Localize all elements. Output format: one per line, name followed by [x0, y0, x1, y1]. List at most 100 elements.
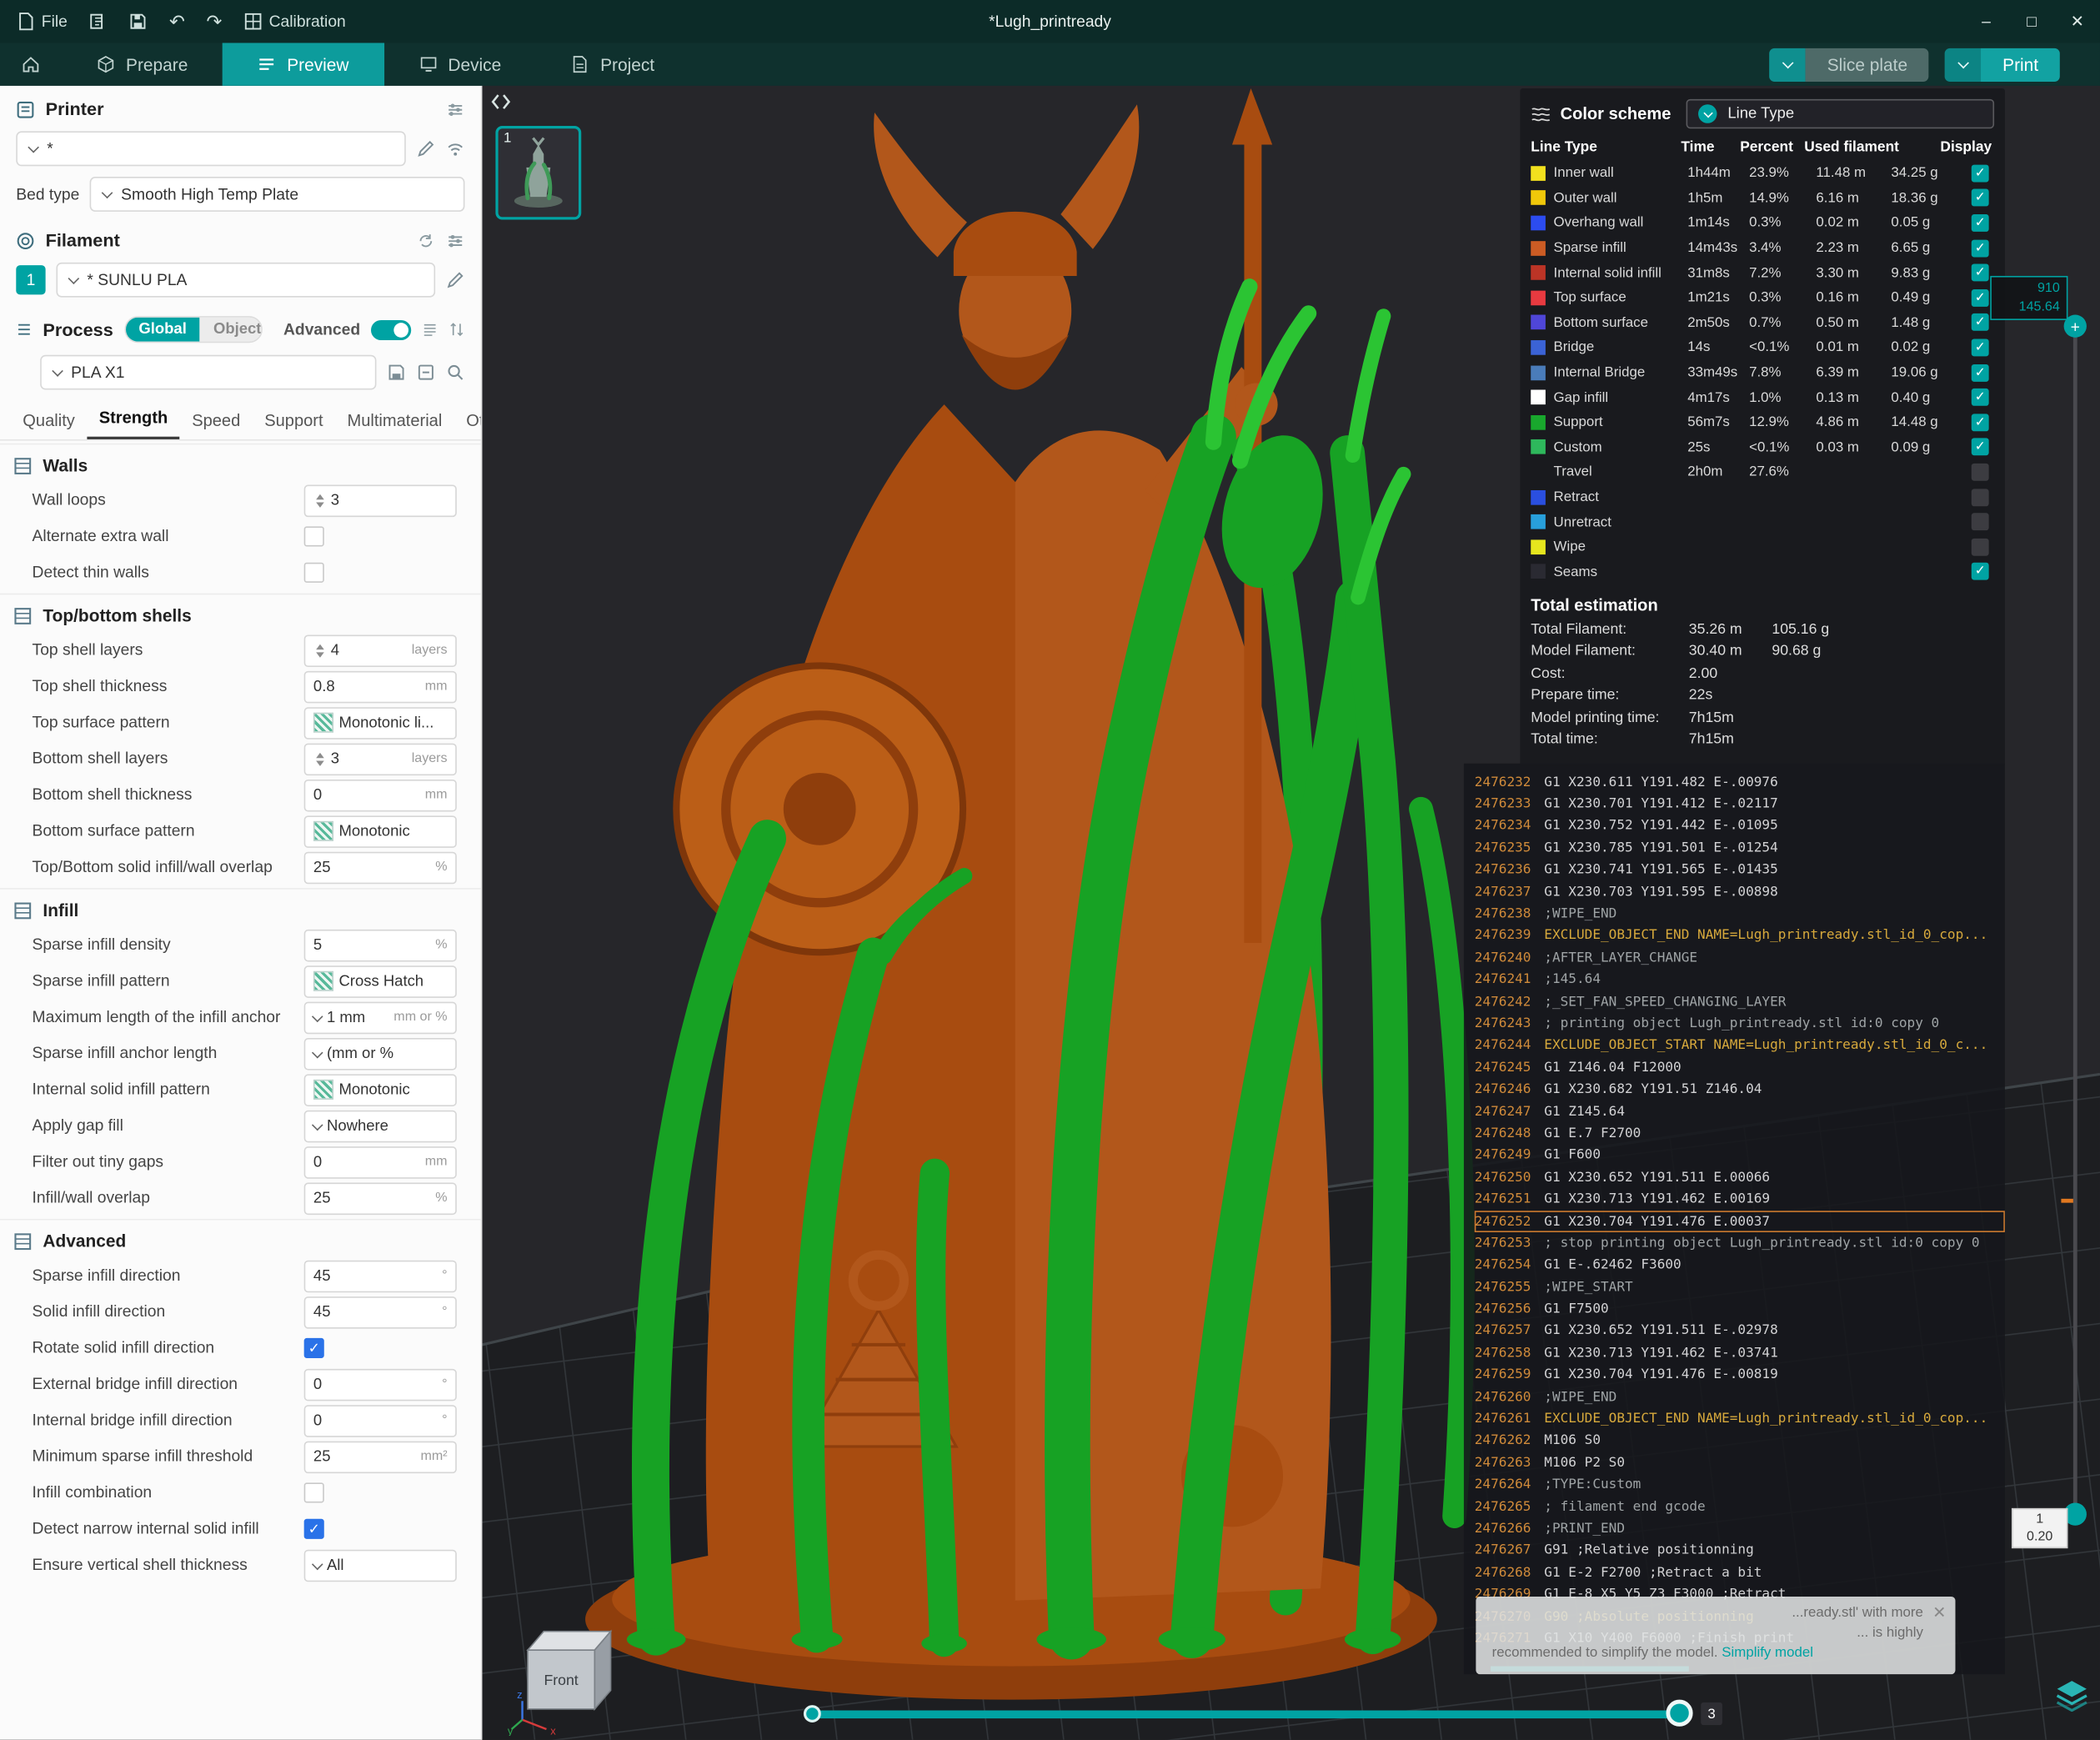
process-scope-toggle[interactable]: Global Objects — [124, 316, 263, 343]
gcode-line[interactable]: 2476253; stop printing object Lugh_print… — [1475, 1232, 2005, 1254]
gcode-line[interactable]: 2476234G1 X230.752 Y191.442 E-.01095 — [1475, 815, 2005, 837]
tab-support[interactable]: Support — [253, 411, 335, 439]
spin-control[interactable]: 3 — [304, 484, 457, 517]
viewport-3d[interactable]: 1 Color scheme Line Type Line Type Time — [482, 86, 2100, 1740]
param-list-icon[interactable] — [422, 320, 438, 338]
spinner-arrows[interactable] — [313, 644, 325, 657]
display-checkbox[interactable]: ✓ — [1972, 364, 1989, 381]
view-cube[interactable]: Front z x y — [506, 1602, 624, 1739]
display-checkbox[interactable]: ✓ — [1972, 189, 1989, 207]
select-control[interactable]: 1 mmmm or % — [304, 1001, 457, 1034]
undo-icon[interactable]: ↶ — [169, 10, 185, 33]
display-checkbox[interactable]: ✓ — [1972, 563, 1989, 580]
close-button[interactable]: ✕ — [2054, 0, 2100, 43]
gcode-line[interactable]: 2476249G1 F600 — [1475, 1145, 2005, 1166]
display-checkbox[interactable]: ✓ — [1972, 389, 1989, 406]
color-scheme-select[interactable]: Line Type — [1687, 99, 1994, 128]
select-control[interactable]: (mm or % — [304, 1037, 457, 1070]
gcode-line[interactable]: 2476243; printing object Lugh_printready… — [1475, 1013, 2005, 1035]
collapse-panel-icon[interactable] — [488, 90, 514, 121]
layers-view-icon[interactable] — [2054, 1677, 2089, 1718]
gcode-line[interactable]: 2476245G1 Z146.04 F12000 — [1475, 1057, 2005, 1079]
gcode-line[interactable]: 2476250G1 X230.652 Y191.511 E.00066 — [1475, 1166, 2005, 1188]
slice-plate-label[interactable]: Slice plate — [1806, 48, 1929, 81]
edit-printer-icon[interactable] — [417, 139, 435, 158]
print-dropdown-chevron[interactable] — [1945, 48, 1981, 81]
minimize-button[interactable]: – — [1963, 0, 2009, 43]
print-label[interactable]: Print — [1981, 48, 2059, 81]
gcode-line[interactable]: 2476263M106 P2 S0 — [1475, 1452, 2005, 1474]
maximize-button[interactable]: □ — [2009, 0, 2055, 43]
layer-slider-top-handle[interactable]: + — [2064, 315, 2087, 338]
bed-type-select[interactable]: Smooth High Temp Plate — [90, 177, 464, 212]
pages-icon[interactable] — [89, 12, 108, 30]
print-button[interactable]: Print — [1945, 48, 2060, 81]
printer-settings-icon[interactable] — [446, 100, 464, 118]
gcode-line[interactable]: 2476254G1 E-.62462 F3600 — [1475, 1255, 2005, 1276]
input-control[interactable]: 0mm — [304, 779, 457, 811]
plate-thumbnail[interactable]: 1 — [495, 126, 581, 219]
gcode-line[interactable]: 2476251G1 X230.713 Y191.462 E.00169 — [1475, 1189, 2005, 1211]
printer-preset-select[interactable]: * — [16, 131, 405, 166]
checkbox[interactable] — [304, 1482, 324, 1502]
save-preset-icon[interactable] — [387, 363, 405, 381]
input-control[interactable]: 25% — [304, 851, 457, 884]
tab-preview[interactable]: Preview — [223, 43, 383, 85]
gcode-line[interactable]: 2476260;WIPE_END — [1475, 1386, 2005, 1408]
gcode-line[interactable]: 2476242;_SET_FAN_SPEED_CHANGING_LAYER — [1475, 991, 2005, 1013]
pattern-control[interactable]: Monotonic — [304, 1074, 457, 1106]
spin-control[interactable]: 3layers — [304, 743, 457, 775]
display-checkbox[interactable] — [1972, 513, 1989, 530]
gcode-line[interactable]: 2476265; filament end gcode — [1475, 1496, 2005, 1517]
input-control[interactable]: 5% — [304, 929, 457, 961]
home-button[interactable] — [0, 43, 62, 85]
gcode-line[interactable]: 2476247G1 Z145.64 — [1475, 1101, 2005, 1122]
redo-icon[interactable]: ↷ — [207, 10, 223, 33]
slice-plate-button[interactable]: Slice plate — [1770, 48, 1929, 81]
gcode-line[interactable]: 2476262M106 S0 — [1475, 1430, 2005, 1452]
select-control[interactable]: Nowhere — [304, 1110, 457, 1142]
move-slider-handle[interactable] — [1666, 1700, 1692, 1727]
edit-filament-icon[interactable] — [446, 271, 464, 289]
gcode-line[interactable]: 2476236G1 X230.741 Y191.565 E-.01435 — [1475, 860, 2005, 881]
delete-preset-icon[interactable] — [417, 363, 435, 381]
gcode-line[interactable]: 2476244EXCLUDE_OBJECT_START NAME=Lugh_pr… — [1475, 1035, 2005, 1056]
filament-settings-icon[interactable] — [446, 231, 464, 249]
move-slider-track[interactable] — [810, 1711, 1689, 1719]
gcode-line[interactable]: 2476255;WIPE_START — [1475, 1276, 2005, 1298]
pattern-control[interactable]: Monotonic li... — [304, 706, 457, 739]
tab-quality[interactable]: Quality — [11, 411, 87, 439]
gcode-line[interactable]: 2476235G1 X230.785 Y191.501 E-.01254 — [1475, 837, 2005, 859]
pattern-control[interactable]: Cross Hatch — [304, 965, 457, 997]
gcode-line[interactable]: 2476259G1 X230.704 Y191.476 E-.00819 — [1475, 1364, 2005, 1386]
gcode-line[interactable]: 2476233G1 X230.701 Y191.412 E-.02117 — [1475, 794, 2005, 815]
gcode-line[interactable]: 2476246G1 X230.682 Y191.51 Z146.04 — [1475, 1079, 2005, 1101]
filament-preset-select[interactable]: * SUNLU PLA — [56, 263, 435, 298]
gcode-line[interactable]: 2476239EXCLUDE_OBJECT_END NAME=Lugh_prin… — [1475, 925, 2005, 947]
layer-slider-track[interactable] — [2073, 324, 2077, 1514]
gcode-line[interactable]: 2476267G91 ;Relative positionning — [1475, 1540, 2005, 1562]
tab-multimaterial[interactable]: Multimaterial — [335, 411, 454, 439]
simplify-model-link[interactable]: Simplify model — [1722, 1645, 1813, 1661]
display-checkbox[interactable] — [1972, 464, 1989, 481]
checkbox[interactable]: ✓ — [304, 1338, 324, 1358]
checkbox[interactable]: ✓ — [304, 1519, 324, 1539]
gcode-line[interactable]: 2476264;TYPE:Custom — [1475, 1474, 2005, 1496]
advanced-toggle[interactable] — [371, 319, 411, 339]
scope-objects[interactable]: Objects — [200, 318, 262, 342]
gcode-line[interactable]: 2476248G1 E.7 F2700 — [1475, 1123, 2005, 1145]
spinner-arrows[interactable] — [313, 752, 325, 765]
display-checkbox[interactable] — [1972, 538, 1989, 555]
gcode-line[interactable]: 2476232G1 X230.611 Y191.482 E-.00976 — [1475, 771, 2005, 793]
gcode-line[interactable]: 2476238;WIPE_END — [1475, 903, 2005, 925]
display-checkbox[interactable]: ✓ — [1972, 214, 1989, 232]
process-preset-select[interactable]: PLA X1 — [40, 355, 376, 390]
tab-project[interactable]: Project — [536, 43, 689, 85]
display-checkbox[interactable]: ✓ — [1972, 313, 1989, 331]
gcode-line[interactable]: 2476258G1 X230.713 Y191.462 E-.03741 — [1475, 1342, 2005, 1364]
display-checkbox[interactable]: ✓ — [1972, 439, 1989, 456]
tab-strength[interactable]: Strength — [87, 409, 179, 439]
display-checkbox[interactable]: ✓ — [1972, 289, 1989, 307]
spinner-arrows[interactable] — [313, 494, 325, 507]
gcode-line[interactable]: 2476256G1 F7500 — [1475, 1298, 2005, 1320]
